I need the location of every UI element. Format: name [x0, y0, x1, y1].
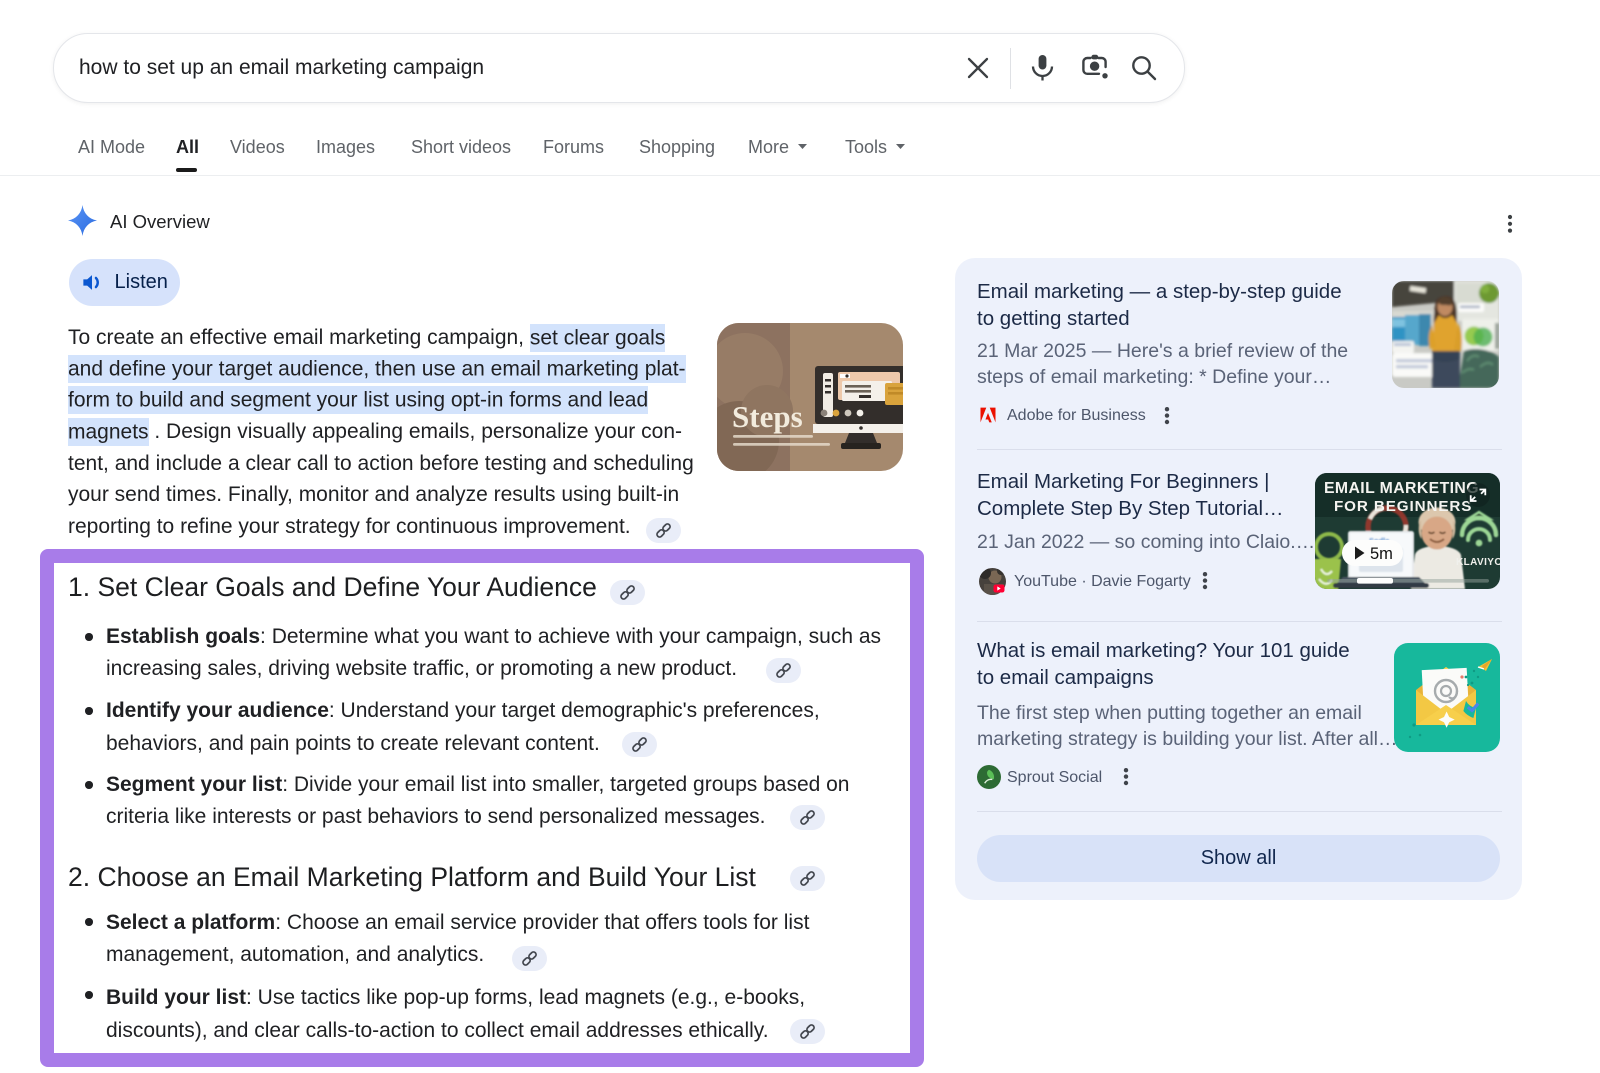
svg-text:KLAVIYO: KLAVIYO	[1456, 557, 1500, 568]
svg-text:Steps: Steps	[732, 399, 803, 434]
svg-text:FOR BEGINNERS: FOR BEGINNERS	[1334, 498, 1472, 515]
svg-text:5m: 5m	[1370, 545, 1393, 563]
svg-text:EMAIL MARKETING: EMAIL MARKETING	[1324, 480, 1479, 497]
